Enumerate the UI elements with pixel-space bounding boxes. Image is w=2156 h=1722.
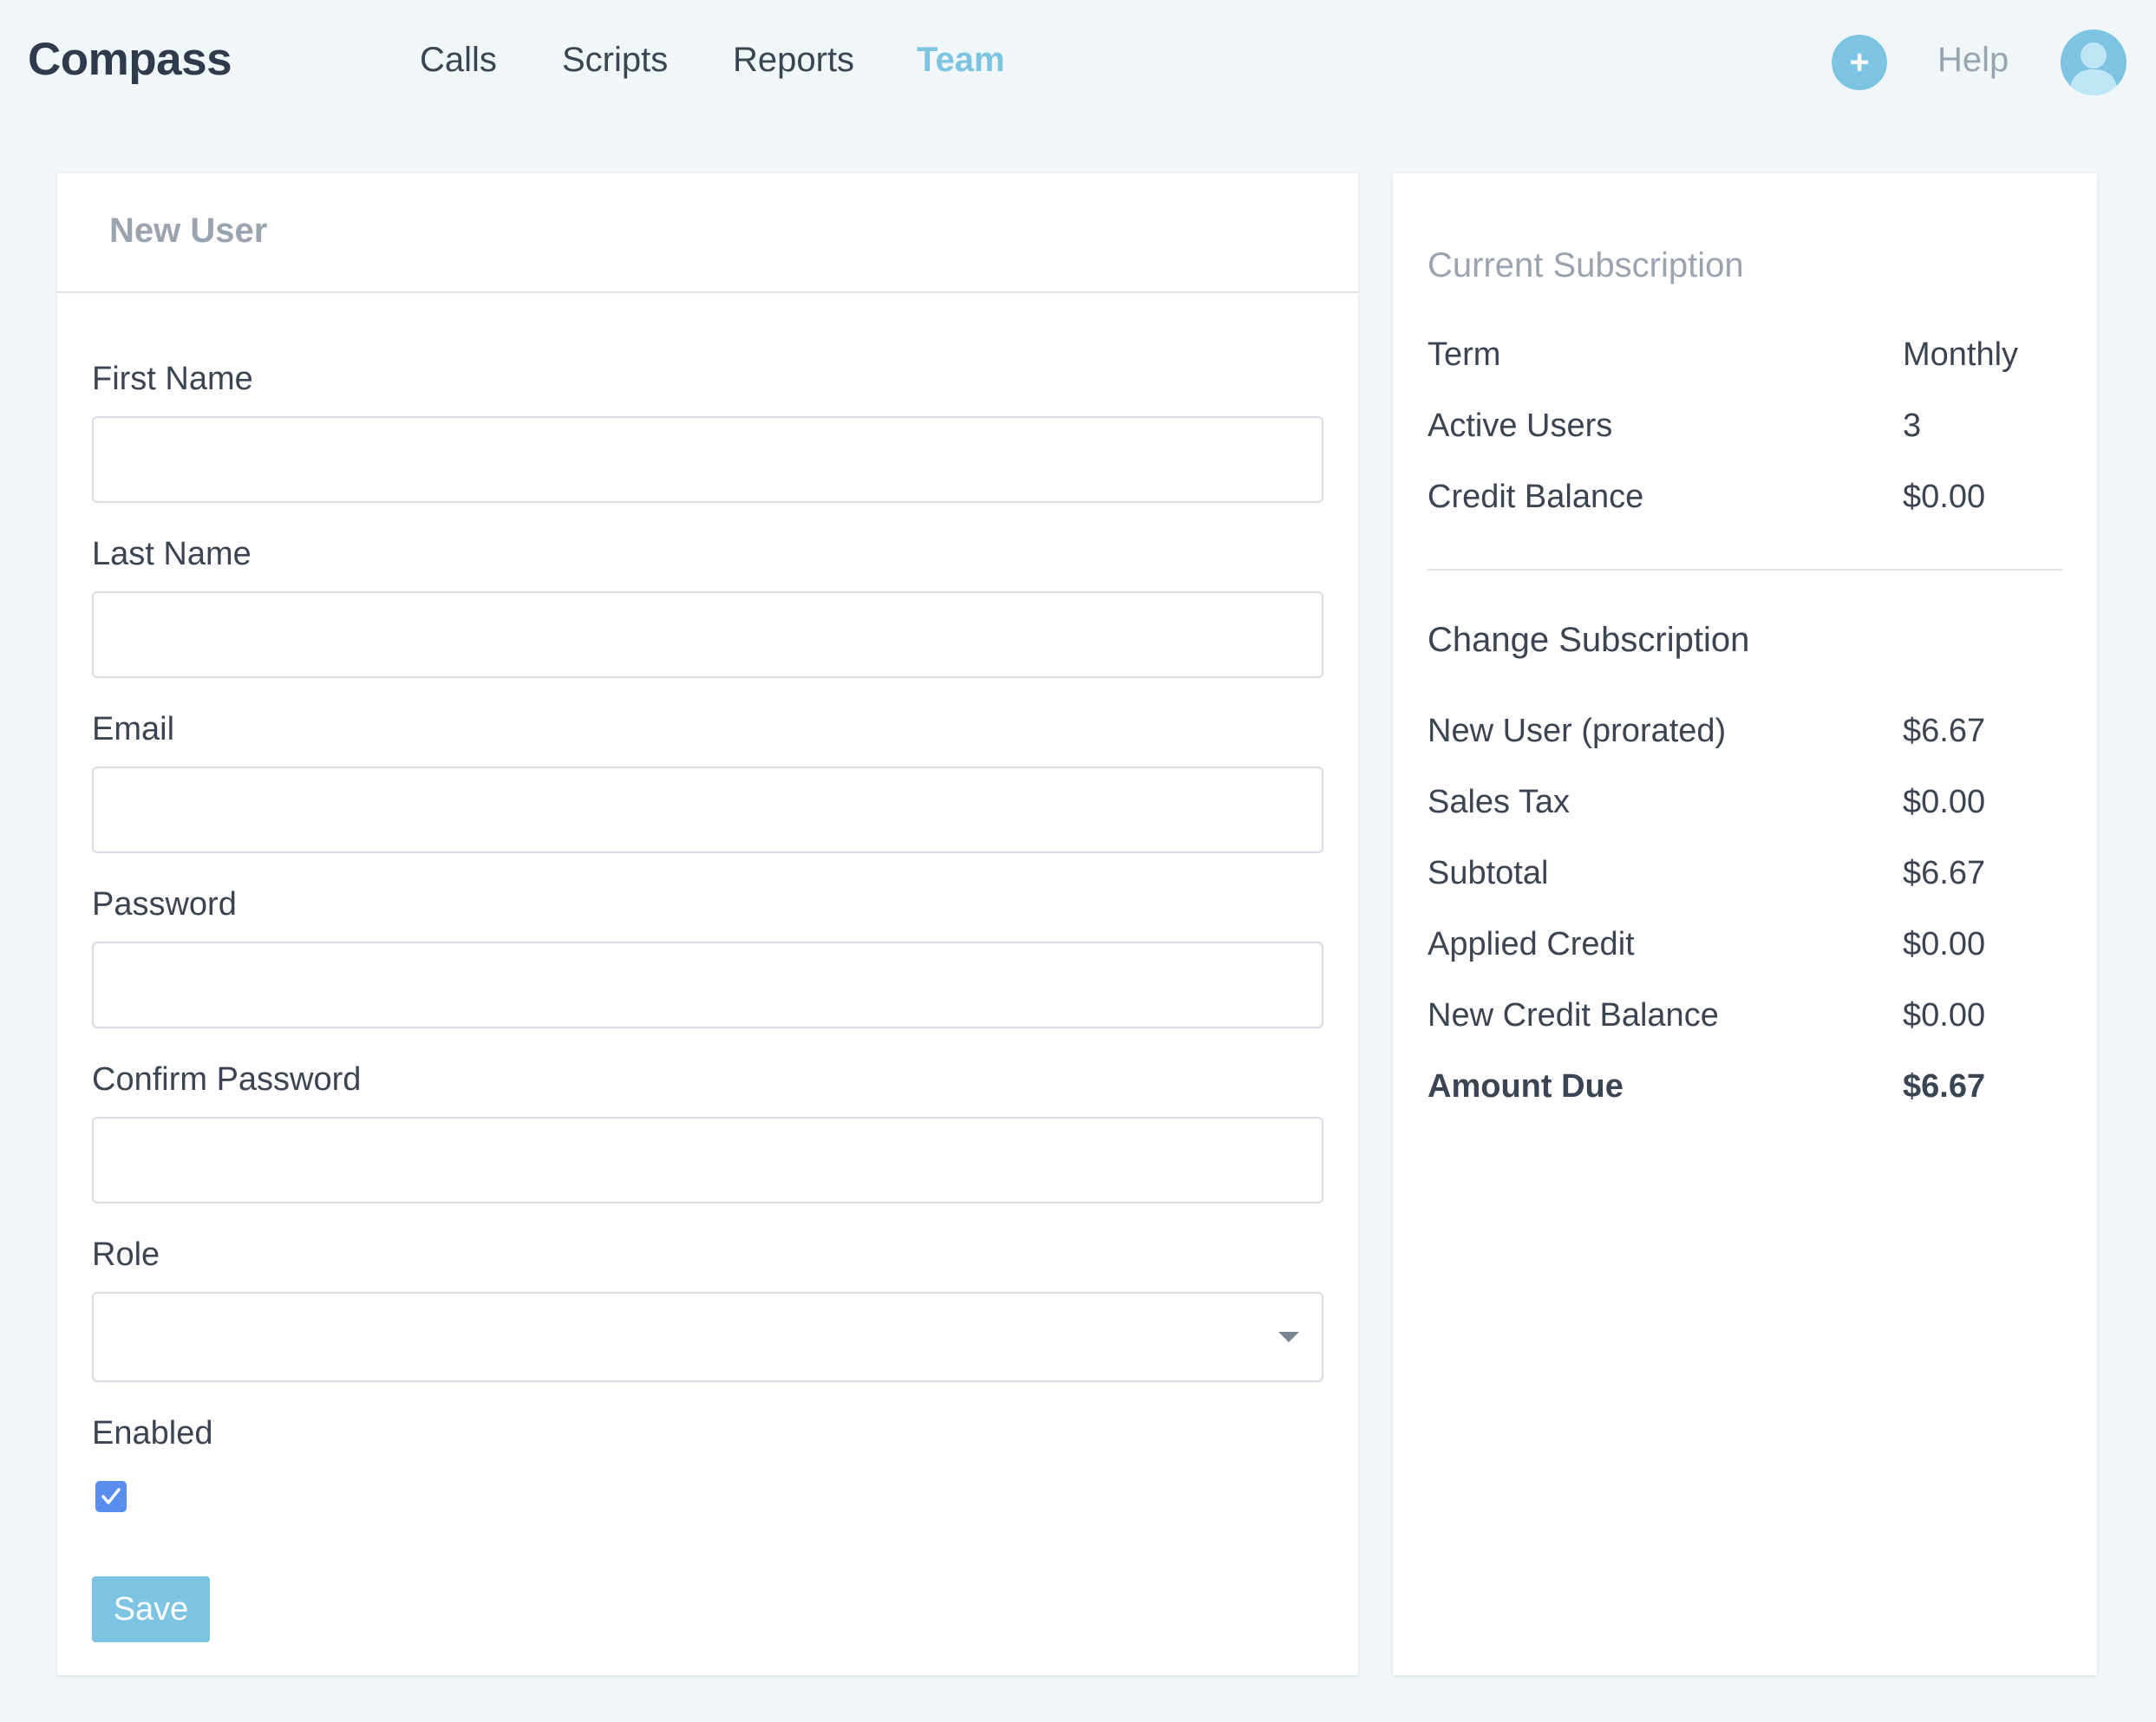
subscription-panel: Current Subscription Term Monthly Active… — [1393, 173, 2097, 1675]
credit-balance-label: Credit Balance — [1428, 479, 1644, 515]
nav-calls[interactable]: Calls — [420, 41, 497, 80]
new-user-prorated-value: $6.67 — [1903, 713, 1986, 749]
last-name-input[interactable] — [92, 591, 1323, 678]
help-link[interactable]: Help — [1937, 41, 2009, 80]
nav-reports[interactable]: Reports — [733, 41, 854, 80]
password-label: Password — [92, 886, 237, 923]
sales-tax-label: Sales Tax — [1428, 784, 1571, 820]
applied-credit-value: $0.00 — [1903, 926, 1986, 962]
enabled-label: Enabled — [92, 1415, 213, 1451]
term-label: Term — [1428, 336, 1501, 373]
new-user-panel: New User First Name Last Name Email Pass… — [57, 173, 1358, 1675]
checkmark-icon — [101, 1488, 121, 1504]
new-user-prorated-label: New User (prorated) — [1428, 713, 1727, 749]
subtotal-value: $6.67 — [1903, 855, 1986, 891]
amount-due-label: Amount Due — [1428, 1068, 1624, 1105]
applied-credit-label: Applied Credit — [1428, 926, 1635, 962]
last-name-label: Last Name — [92, 536, 252, 572]
add-button[interactable]: + — [1832, 35, 1887, 90]
nav-scripts[interactable]: Scripts — [562, 41, 668, 80]
change-subscription-title: Change Subscription — [1428, 621, 1750, 659]
new-credit-balance-value: $0.00 — [1903, 997, 1986, 1034]
brand-logo[interactable]: Compass — [28, 33, 232, 86]
sales-tax-value: $0.00 — [1903, 784, 1986, 820]
avatar-silhouette — [2069, 42, 2118, 95]
current-subscription-title: Current Subscription — [1428, 246, 1744, 284]
user-avatar-icon[interactable] — [2061, 29, 2127, 95]
role-select[interactable] — [92, 1292, 1323, 1382]
active-users-value: 3 — [1903, 408, 1922, 444]
enabled-checkbox[interactable] — [95, 1481, 127, 1512]
nav-team[interactable]: Team — [917, 41, 1005, 80]
amount-due-value: $6.67 — [1903, 1068, 1986, 1105]
active-users-label: Active Users — [1428, 408, 1613, 444]
password-input[interactable] — [92, 942, 1323, 1028]
new-credit-balance-label: New Credit Balance — [1428, 997, 1719, 1034]
email-input[interactable] — [92, 766, 1323, 853]
email-label: Email — [92, 711, 175, 747]
term-value: Monthly — [1903, 336, 2019, 373]
chevron-down-icon — [1278, 1332, 1299, 1342]
confirm-password-label: Confirm Password — [92, 1061, 362, 1098]
role-label: Role — [92, 1236, 160, 1273]
save-button[interactable]: Save — [92, 1576, 210, 1642]
section-divider — [1428, 569, 2062, 571]
subtotal-label: Subtotal — [1428, 855, 1549, 891]
panel-title: New User — [57, 173, 1358, 293]
first-name-input[interactable] — [92, 416, 1323, 503]
first-name-label: First Name — [92, 361, 253, 397]
top-navigation-bar: Compass Calls Scripts Reports Team + Hel… — [0, 0, 2156, 123]
plus-icon: + — [1849, 43, 1870, 82]
credit-balance-value: $0.00 — [1903, 479, 1986, 515]
confirm-password-input[interactable] — [92, 1117, 1323, 1203]
